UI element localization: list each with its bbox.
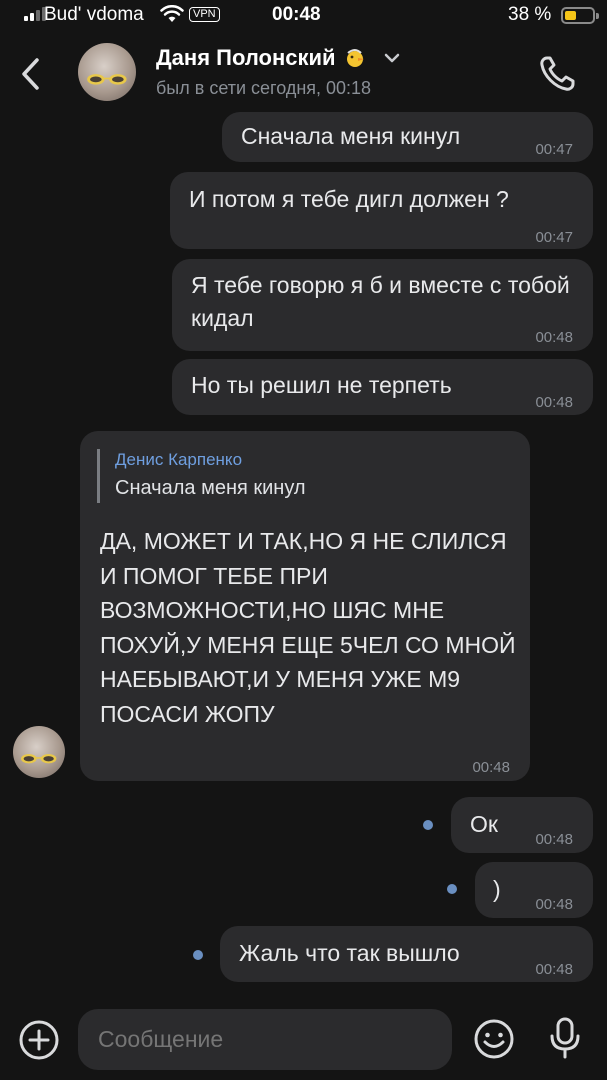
message-time: 00:48 (472, 759, 510, 776)
outgoing-message[interactable]: Но ты решил не терпеть 00:48 (172, 359, 593, 415)
message-text: И потом я тебе дигл должен ? (189, 186, 509, 212)
outgoing-message[interactable]: Жаль что так вышло 00:48 (220, 926, 593, 982)
status-time: 00:48 (272, 4, 321, 25)
chevron-down-icon[interactable] (384, 53, 400, 63)
chick-emoji-icon (346, 49, 364, 67)
message-text: Но ты решил не терпеть (191, 372, 452, 398)
carrier-name: Bud' vdoma (44, 4, 144, 25)
message-time: 00:48 (535, 394, 573, 411)
phone-icon[interactable] (537, 54, 577, 94)
message-time: 00:48 (535, 896, 573, 913)
outgoing-message[interactable]: Сначала меня кинул 00:47 (222, 112, 593, 162)
smile-icon[interactable] (472, 1017, 516, 1061)
wifi-icon (160, 5, 184, 22)
message-text: ) (493, 876, 501, 902)
plus-circle-icon[interactable] (18, 1019, 60, 1061)
message-text: Сначала меня кинул (241, 123, 461, 149)
message-time: 00:48 (535, 961, 573, 978)
unread-dot-icon (423, 820, 433, 830)
contact-name-row[interactable]: Даня Полонский (156, 45, 400, 71)
contact-avatar[interactable] (78, 43, 136, 101)
back-chevron-icon[interactable] (16, 54, 46, 94)
signal-strength-icon (24, 7, 46, 21)
vpn-badge: VPN (189, 7, 220, 22)
battery-percentage: 38 % (508, 4, 552, 25)
message-text: ДА, МОЖЕТ И ТАК,НО Я НЕ СЛИЛСЯ И ПОМОГ Т… (100, 528, 516, 727)
message-time: 00:48 (535, 831, 573, 848)
unread-dot-icon (447, 884, 457, 894)
message-time: 00:47 (535, 141, 573, 158)
message-time: 00:48 (535, 329, 573, 346)
sender-avatar[interactable] (13, 726, 65, 778)
chat-header: Даня Полонский был в сети сегодня, 00:18 (0, 34, 607, 118)
outgoing-message[interactable]: Ок 00:48 (451, 797, 593, 853)
reply-author: Денис Карпенко (115, 450, 243, 469)
outgoing-message[interactable]: Я тебе говорю я б и вместе с тобой кидал… (172, 259, 593, 351)
last-seen-status: был в сети сегодня, 00:18 (156, 78, 372, 98)
message-time: 00:47 (535, 229, 573, 246)
message-input[interactable] (78, 1009, 452, 1070)
sunglasses-icon (87, 74, 127, 85)
message-text: Ок (470, 811, 498, 837)
unread-dot-icon (193, 950, 203, 960)
reply-quote[interactable]: Денис Карпенко Сначала меня кинул (97, 449, 306, 503)
battery-icon (561, 7, 599, 24)
contact-name[interactable]: Даня Полонский (156, 45, 336, 71)
reply-text: Сначала меня кинул (115, 477, 306, 499)
outgoing-message[interactable]: ) 00:48 (475, 862, 593, 918)
message-text: Жаль что так вышло (239, 940, 460, 966)
sunglasses-icon (21, 754, 57, 764)
outgoing-message[interactable]: И потом я тебе дигл должен ? 00:47 (170, 172, 593, 249)
status-bar: Bud' vdoma VPN 00:48 38 % (0, 0, 607, 34)
microphone-icon[interactable] (546, 1016, 584, 1060)
incoming-message[interactable]: Денис Карпенко Сначала меня кинул ДА, МО… (80, 431, 530, 781)
message-text: Я тебе говорю я б и вместе с тобой кидал (191, 272, 570, 331)
